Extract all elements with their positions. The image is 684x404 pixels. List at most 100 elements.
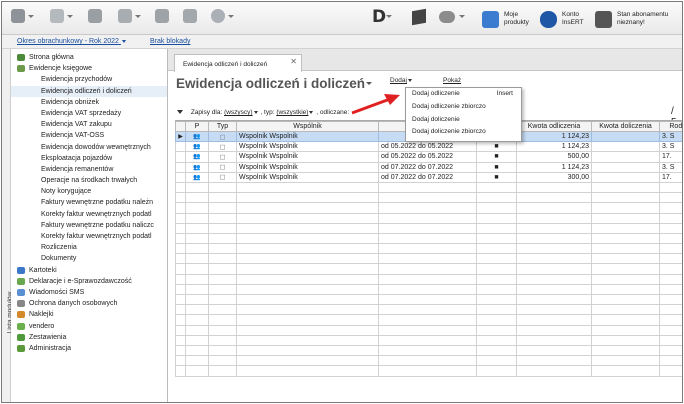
empty-cell bbox=[185, 334, 209, 346]
chevron-down-icon[interactable] bbox=[366, 82, 372, 85]
my-products-button[interactable]: Moje produkty bbox=[482, 6, 538, 32]
empty-cell bbox=[516, 192, 592, 204]
cloud-icon[interactable] bbox=[439, 11, 455, 23]
empty-cell bbox=[591, 324, 660, 336]
sidebar-item[interactable]: Korekty faktur wewnętrznych podatl bbox=[11, 231, 167, 242]
type-filter-select[interactable]: (wszystkie) bbox=[276, 109, 308, 116]
table-row[interactable]: 👥 ◻ Wspolnik Wspolnik od 05.2022 do 05.2022… bbox=[175, 141, 682, 153]
sidebar-item[interactable]: Wiadomości SMS bbox=[11, 287, 167, 298]
chevron-down-icon[interactable] bbox=[386, 15, 392, 18]
empty-cell bbox=[516, 283, 592, 296]
table-row[interactable]: 👥 ◻ Wspolnik Wspolnik od 07.2022 do 07.2022… bbox=[175, 171, 682, 183]
sidebar-item[interactable]: Ewidencja przychodów bbox=[11, 74, 167, 85]
table-row-empty bbox=[175, 232, 682, 245]
cube-icon[interactable] bbox=[412, 8, 426, 26]
column-header-p[interactable]: P bbox=[185, 121, 209, 132]
chevron-down-icon[interactable] bbox=[228, 15, 234, 18]
chevron-down-icon[interactable] bbox=[177, 110, 183, 115]
sidebar-item[interactable]: Deklaracje i e-Sprawozdawczość bbox=[11, 276, 167, 287]
show-menu-button[interactable]: Pokaż bbox=[443, 77, 461, 84]
empty-cell bbox=[378, 192, 477, 204]
chevron-down-icon[interactable] bbox=[135, 15, 141, 18]
close-icon[interactable]: ✕ bbox=[290, 57, 297, 66]
sidebar-item[interactable]: vendero bbox=[11, 321, 167, 332]
table-row-empty bbox=[175, 202, 682, 214]
sidebar-item[interactable]: Administracja bbox=[11, 343, 167, 354]
empty-cell bbox=[659, 324, 682, 336]
empty-cell bbox=[378, 222, 477, 234]
table-row-empty bbox=[175, 293, 682, 306]
column-header-rodzaj[interactable]: Rodza bbox=[659, 121, 682, 132]
sidebar-item[interactable]: Ewidencja VAT sprzedaży bbox=[11, 108, 167, 119]
empty-cell bbox=[175, 181, 186, 194]
sidebar-item[interactable]: Eksploatacja pojazdów bbox=[11, 153, 167, 164]
column-header-wspolnik[interactable]: Wspólnik bbox=[236, 121, 379, 132]
period-selector[interactable]: Okres obrachunkowy - Rok 2022 bbox=[17, 38, 127, 45]
dropdown-item[interactable]: Dodaj doliczenie zbiorczo bbox=[406, 126, 521, 139]
d-icon[interactable]: D bbox=[372, 7, 386, 27]
table-row-empty bbox=[175, 365, 682, 377]
empty-cell bbox=[516, 222, 592, 234]
sidebar-item[interactable]: Korekty faktur wewnętrznych podatl bbox=[11, 209, 167, 220]
empty-cell bbox=[659, 344, 682, 357]
table-row[interactable]: 👥 ◻ Wspolnik Wspolnik od 05.2022 do 05.2022… bbox=[175, 151, 682, 163]
records-filter-select[interactable]: (wszyscy) bbox=[224, 109, 253, 116]
sidebar-item[interactable]: Kartoteki bbox=[11, 265, 167, 276]
empty-cell bbox=[208, 263, 237, 275]
toolbar-edit-icon[interactable] bbox=[118, 9, 132, 23]
dropdown-item[interactable]: Dodaj odliczenie Insert bbox=[406, 88, 521, 101]
dropdown-shortcut: Insert bbox=[496, 90, 513, 97]
sidebar-item[interactable]: Rozliczenia bbox=[11, 242, 167, 253]
sidebar-item[interactable]: Noty korygujące bbox=[11, 186, 167, 197]
locks-link[interactable]: Brak blokady bbox=[150, 38, 190, 45]
insert-account-button[interactable]: Konto InsERT bbox=[540, 6, 588, 32]
sidebar-item[interactable]: Strona główna bbox=[11, 52, 167, 63]
module-tree: Strona główna Ewidencje księgowe Ewidencja… bbox=[11, 49, 167, 354]
sidebar-item[interactable]: Ochrona danych osobowych bbox=[11, 298, 167, 309]
chevron-down-icon[interactable] bbox=[67, 15, 73, 18]
chevron-down-icon[interactable] bbox=[28, 15, 34, 18]
sidebar-item[interactable]: Faktury wewnętrzne podatku należn bbox=[11, 197, 167, 208]
empty-cell bbox=[516, 212, 592, 224]
sidebar-item[interactable]: Dokumenty bbox=[11, 253, 167, 264]
empty-cell bbox=[185, 222, 209, 234]
sidebar-item[interactable]: Ewidencja remanentów bbox=[11, 164, 167, 175]
module-list-tab[interactable]: Lista modułów bbox=[2, 49, 13, 402]
data-grid: P Typ Wspólnik Kwota odliczenia Kwota do… bbox=[175, 120, 682, 402]
toolbar-print-icon[interactable] bbox=[183, 9, 197, 23]
add-menu-button[interactable]: Dodaj bbox=[390, 77, 412, 84]
dropdown-item[interactable]: Dodaj doliczenie bbox=[406, 114, 521, 127]
empty-cell bbox=[175, 202, 186, 214]
empty-cell bbox=[175, 243, 186, 255]
sidebar-item[interactable]: Ewidencja VAT-OSS bbox=[11, 130, 167, 141]
empty-cell bbox=[476, 181, 517, 194]
dropdown-item[interactable]: Dodaj odliczenie zbiorczo bbox=[406, 101, 521, 114]
sidebar-item[interactable]: Naklejki bbox=[11, 309, 167, 320]
column-header-kwota-doliczenia[interactable]: Kwota doliczenia bbox=[591, 121, 660, 132]
empty-cell bbox=[476, 355, 517, 367]
toolbar-menu-icon[interactable] bbox=[11, 9, 25, 23]
toolbar-doc-icon[interactable] bbox=[50, 9, 64, 23]
sidebar-item[interactable]: Ewidencje księgowe bbox=[11, 63, 167, 74]
chevron-down-icon[interactable] bbox=[253, 110, 258, 114]
sidebar-item[interactable]: Faktury wewnętrzne podatku naliczc bbox=[11, 220, 167, 231]
chevron-down-icon[interactable] bbox=[309, 110, 314, 114]
sidebar-item[interactable]: Ewidencja obniżek bbox=[11, 97, 167, 108]
empty-cell bbox=[236, 355, 379, 367]
tab-ewidencja-odliczen[interactable]: Ewidencja odliczeń i doliczeń ✕ bbox=[174, 54, 302, 72]
column-header-kwota-odliczenia[interactable]: Kwota odliczenia bbox=[516, 121, 592, 132]
chevron-down-icon[interactable] bbox=[459, 15, 465, 18]
toolbar-tools-icon[interactable] bbox=[88, 9, 102, 23]
subscription-status-button[interactable]: Stan abonamentu nieznany! bbox=[595, 6, 677, 32]
empty-cell bbox=[516, 355, 592, 367]
sidebar-item[interactable]: Ewidencja odliczeń i doliczeń bbox=[11, 85, 167, 97]
sidebar-item[interactable]: Ewidencja VAT zakupu bbox=[11, 119, 167, 130]
sidebar-item[interactable]: Ewidencja dowodów wewnętrznych bbox=[11, 142, 167, 153]
sidebar-item[interactable]: Zestawienia bbox=[11, 332, 167, 343]
toolbar-help-icon[interactable] bbox=[211, 9, 225, 23]
sidebar-item[interactable]: Operacje na środkach trwałych bbox=[11, 175, 167, 186]
table-row-empty bbox=[175, 355, 682, 367]
column-header-typ[interactable]: Typ bbox=[208, 121, 237, 132]
table-row[interactable]: 👥 ◻ Wspolnik Wspolnik od 07.2022 do 07.2022… bbox=[175, 161, 682, 173]
toolbar-settings-icon[interactable] bbox=[155, 9, 169, 23]
